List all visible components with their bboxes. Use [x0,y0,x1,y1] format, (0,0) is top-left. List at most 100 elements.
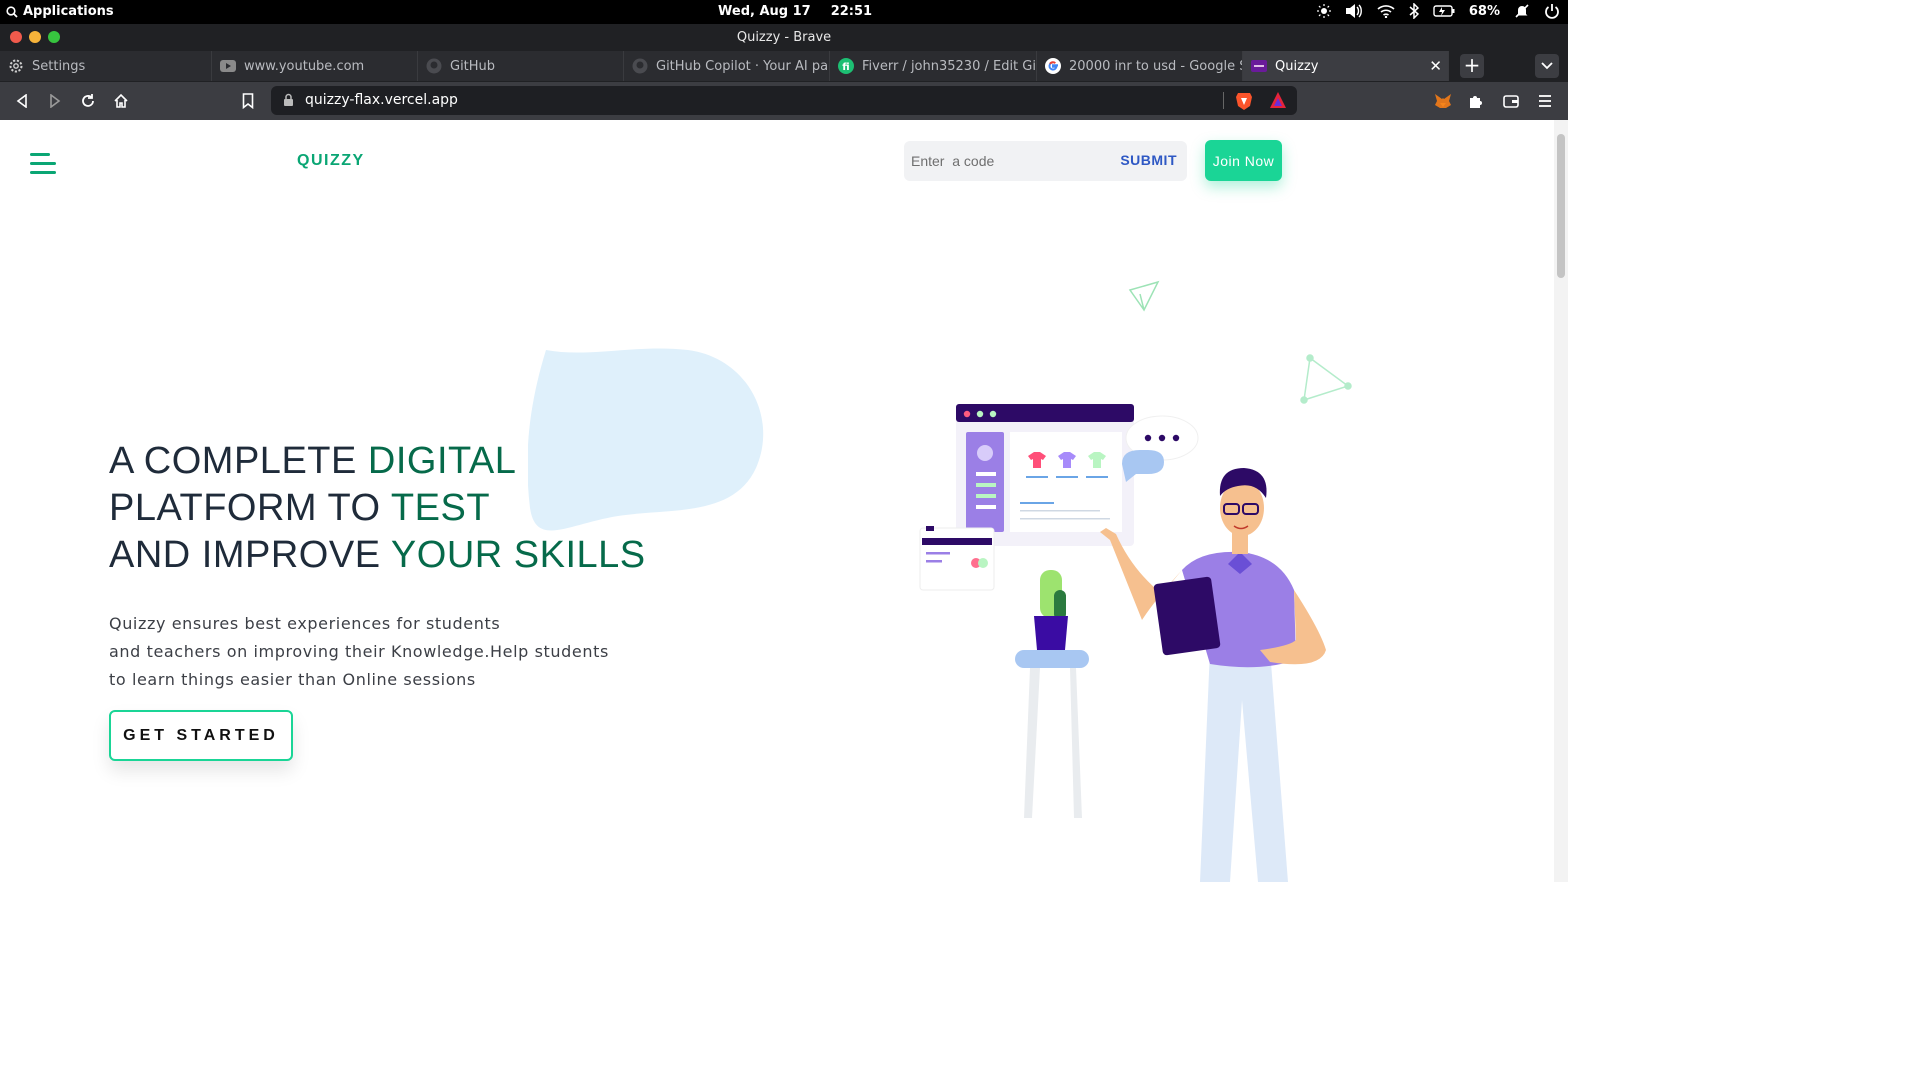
hero-text: AND IMPROVE [109,534,391,576]
tab-github[interactable]: GitHub [418,51,624,81]
hero-illustration [919,280,1352,882]
new-tab-button[interactable]: + [1460,54,1484,78]
description-line: and teachers on improving their Knowledg… [109,642,609,661]
back-icon [16,94,27,108]
system-tray[interactable]: 68% [1316,3,1560,19]
fiverr-icon: fi [838,58,854,74]
wallet-button[interactable] [1501,91,1521,111]
back-button[interactable] [12,91,32,111]
menu-bar [30,153,50,156]
home-button[interactable] [111,91,131,111]
tab-github-copilot[interactable]: GitHub Copilot · Your AI pair p [624,51,830,81]
join-code-form: SUBMIT [904,141,1187,181]
tab-strip: Settings www.youtube.com GitHub GitHub C… [0,50,1568,82]
forward-button[interactable] [45,91,65,111]
address-bar-divider [1223,92,1224,109]
hero-highlight: YOUR SKILLS [390,534,646,576]
home-icon [114,93,128,108]
tab-settings[interactable]: Settings [0,51,212,81]
join-now-button[interactable]: Join Now [1205,140,1282,181]
close-tab-icon[interactable]: ✕ [1429,57,1442,75]
youtube-icon [220,58,236,74]
web-page: QUIZZY SUBMIT Join Now A COMPLETE DIGITA… [0,120,1568,882]
tab-label: GitHub [450,58,496,74]
github-icon [426,58,442,74]
menu-bar [30,162,56,165]
applications-menu[interactable]: Applications [6,4,114,19]
bluetooth-icon [1409,3,1419,19]
metamask-fox-icon [1435,94,1451,108]
address-bar[interactable]: quizzy-flax.vercel.app [271,86,1297,115]
reload-icon [82,94,94,107]
brave-rewards-icon[interactable] [1269,91,1287,109]
quizzy-favicon [1251,58,1267,74]
tab-search-button[interactable] [1535,54,1559,78]
clock[interactable]: Wed, Aug 17 22:51 [718,4,872,19]
menu-toggle-icon[interactable] [30,153,58,175]
chat-bubble-icon [1122,415,1199,482]
plant-stool-graphic [1015,570,1089,818]
app-window-graphic [956,404,1134,546]
card-graphic [919,526,995,591]
bookmark-icon [242,93,254,109]
tab-label: 20000 inr to usd - Google Se [1069,58,1243,74]
power-icon [1545,4,1559,19]
brightness-icon [1316,4,1331,18]
scrollbar-thumb[interactable] [1557,134,1565,278]
hero-description: Quizzy ensures best experiences for stud… [109,610,609,694]
gear-icon [8,58,24,74]
time-label: 22:51 [830,4,873,19]
code-input[interactable] [904,141,1104,181]
brave-shields-icon[interactable] [1235,91,1253,111]
bookmark-button[interactable] [238,91,258,111]
github-icon [632,58,648,74]
window-titlebar: Quizzy - Brave [0,24,1568,50]
network-icon [1300,354,1352,404]
forward-icon [50,94,61,108]
tab-fiverr[interactable]: fi Fiverr / john35230 / Edit Gig [830,51,1037,81]
notifications-off-icon [1515,4,1529,18]
description-line: Quizzy ensures best experiences for stud… [109,614,501,633]
hero-text: A COMPLETE [109,440,368,482]
url-text: quizzy-flax.vercel.app [305,92,458,108]
svg-text:fi: fi [842,62,849,73]
puzzle-icon [1470,96,1482,108]
system-top-bar: Applications Wed, Aug 17 22:51 68% [0,0,1568,24]
volume-icon [1345,4,1362,18]
hero-line-2: PLATFORM TO TEST [109,485,646,532]
extensions-button[interactable] [1466,91,1486,111]
wifi-icon [1377,5,1395,18]
chevron-down-icon [1541,62,1553,70]
search-icon [6,5,18,18]
hero-heading: A COMPLETE DIGITAL PLATFORM TO TEST AND … [109,438,646,579]
page-scrollbar[interactable] [1554,120,1568,882]
hero-highlight: TEST [390,487,491,529]
submit-button[interactable]: SUBMIT [1120,152,1177,168]
hero-line-1: A COMPLETE DIGITAL [109,438,646,485]
battery-icon [1433,5,1455,17]
google-icon [1045,58,1061,74]
hero-highlight: DIGITAL [367,440,517,482]
window-title: Quizzy - Brave [736,30,832,45]
date-label: Wed, Aug 17 [718,4,811,19]
menu-icon [1539,95,1551,107]
lock-icon [284,93,293,106]
tab-label: Fiverr / john35230 / Edit Gig [862,58,1037,74]
get-started-button[interactable]: GET STARTED [109,710,293,761]
tab-label: Settings [32,58,86,74]
tab-youtube[interactable]: www.youtube.com [212,51,418,81]
tab-quizzy[interactable]: Quizzy ✕ [1243,51,1449,81]
tab-google[interactable]: 20000 inr to usd - Google Se [1037,51,1243,81]
description-line: to learn things easier than Online sessi… [109,670,476,689]
tab-label: Quizzy [1275,58,1319,74]
metamask-extension-button[interactable] [1433,91,1453,111]
paper-plane-icon [1128,280,1160,312]
brand-logo[interactable]: QUIZZY [297,152,365,170]
hero-text: PLATFORM TO [109,487,391,529]
browser-menu-button[interactable] [1535,91,1555,111]
reload-button[interactable] [78,91,98,111]
tab-label: www.youtube.com [244,58,365,74]
battery-percent: 68% [1468,3,1500,19]
wallet-icon [1503,95,1519,108]
menu-bar [30,171,56,174]
